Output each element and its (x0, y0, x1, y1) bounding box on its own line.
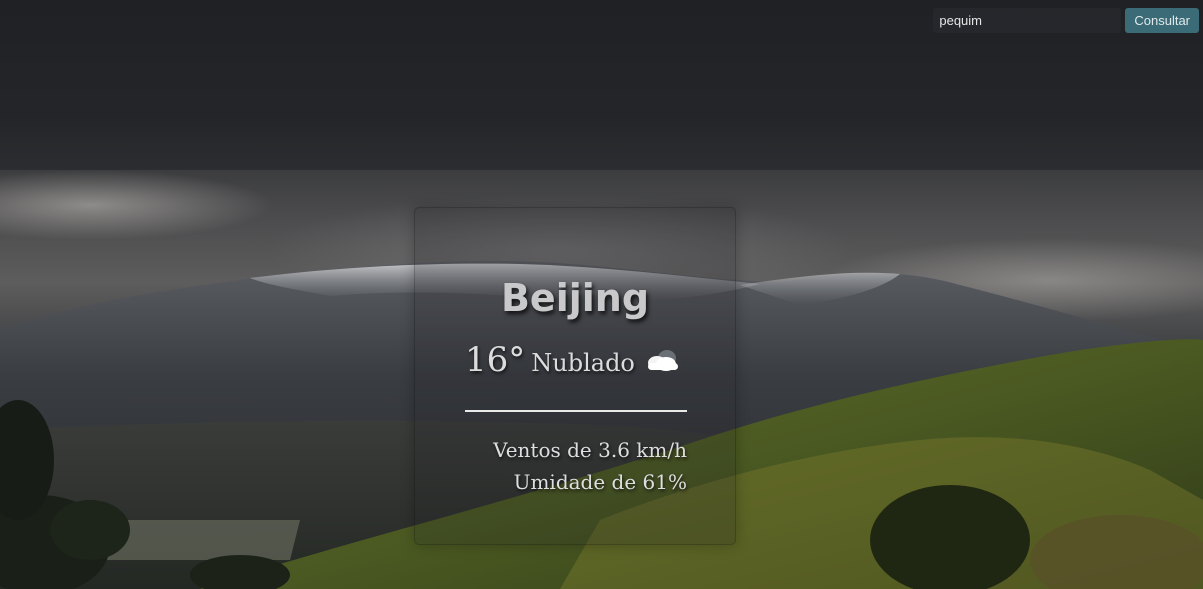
weather-details: Ventos de 3.6 km/h Umidade de 61% (455, 434, 687, 498)
search-bar: Consultar (933, 8, 1199, 33)
cloud-icon (647, 350, 678, 371)
humidity: Umidade de 61% (513, 470, 687, 494)
weather-condition: Nublado (531, 349, 635, 377)
temperature-row: 16° Nublado (465, 340, 681, 380)
wind-speed: Ventos de 3.6 km/h (493, 438, 687, 462)
divider (465, 410, 687, 412)
city-name: Beijing (500, 276, 650, 320)
temperature-value: 16° (465, 340, 526, 380)
city-search-input[interactable] (933, 8, 1122, 33)
consultar-button[interactable]: Consultar (1125, 8, 1199, 33)
weather-card: Beijing 16° Nublado Ventos de 3.6 km/h U… (414, 207, 736, 545)
